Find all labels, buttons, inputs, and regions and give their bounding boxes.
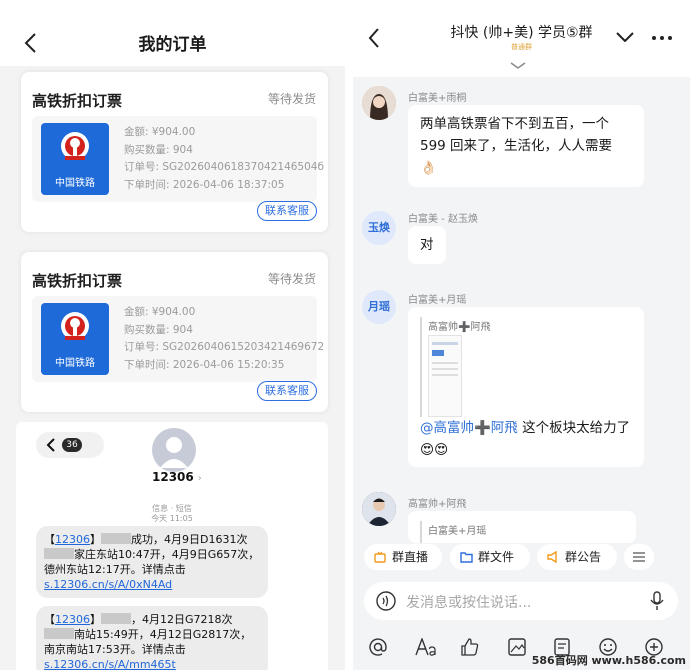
chat-message[interactable]: 白富美+月瑶 xyxy=(408,511,636,543)
orders-header: 我的订单 xyxy=(0,0,345,66)
china-railway-logo: 中国铁路 xyxy=(41,123,109,195)
chevron-down-icon[interactable] xyxy=(510,62,526,70)
chevron-right-icon: › xyxy=(197,473,202,484)
redaction xyxy=(44,548,74,559)
order-time: 下单时间: 2026-04-06 15:20:35 xyxy=(124,358,285,371)
redaction xyxy=(44,628,74,639)
avatar[interactable] xyxy=(362,86,396,120)
sms-meta: 信息 · 短信 今天 11:05 xyxy=(151,504,193,523)
order-status: 等待发货 xyxy=(267,92,316,106)
megaphone-icon xyxy=(547,551,557,563)
sender-name: 白富美 - 赵玉焕 xyxy=(408,214,478,225)
order-title: 高铁折扣订票 xyxy=(32,92,123,110)
group-files-chip[interactable]: 群文件 xyxy=(450,544,530,570)
order-info: 金额: ¥904.00 购买数量: 904 订单号: SG20260406183… xyxy=(124,124,324,194)
railway-emblem-icon xyxy=(61,132,89,160)
order-card[interactable]: 高铁折扣订票 等待发货 中国铁路 金额: ¥904.00 购买数量: 904 订… xyxy=(21,72,328,232)
sms-link[interactable]: 12306 xyxy=(55,533,90,546)
screenshot-thumbnail-icon xyxy=(432,342,458,376)
sms-link[interactable]: s.12306.cn/s/A/0xN4Ad xyxy=(44,578,172,591)
sms-message: 【12306】 ，4月12日G7218次南站15:49开，4月12日G2817次，… xyxy=(36,606,268,670)
railway-emblem-icon xyxy=(61,312,89,340)
sms-thread: 36 12306 › 信息 · 短信 今天 11:05 【12306】 成功，4月9… xyxy=(16,422,328,670)
expand-icon[interactable] xyxy=(616,32,634,42)
user-photo-icon xyxy=(362,492,396,526)
contact-service-button[interactable]: 联系客服 xyxy=(257,201,317,221)
sender-name: 白富美+月瑶 xyxy=(408,295,467,306)
logo-label: 中国铁路 xyxy=(55,358,95,369)
person-icon xyxy=(160,437,188,468)
group-live-chip[interactable]: 群直播 xyxy=(364,544,442,570)
group-type-label: 普通群 xyxy=(511,43,532,51)
menu-icon xyxy=(633,552,645,562)
order-number: 订单号: SG202604061520342146967‌2 xyxy=(124,341,325,353)
message-input[interactable]: 发消息或按住说话... xyxy=(364,582,678,620)
china-railway-logo: 中国铁路 xyxy=(41,303,109,375)
logo-label: 中国铁路 xyxy=(55,178,95,189)
more-chips-button[interactable] xyxy=(624,544,654,570)
watermark: 586首码网 www.h586.com xyxy=(531,654,686,667)
voice-icon[interactable] xyxy=(376,591,396,611)
orders-screen: 我的订单 高铁折扣订票 等待发货 中国铁路 金额: ¥904.00 购买数量: … xyxy=(0,0,345,670)
quick-actions-bar: 群直播 群文件 群公告 xyxy=(353,540,690,574)
group-chat-screen: 抖快 (帅+美) 学员⑤群 普通群 白富美+雨桐 两单高铁票省下不到五百，一个5… xyxy=(353,0,690,670)
avatar[interactable]: 玉焕 xyxy=(362,211,396,245)
contact-service-button[interactable]: 联系客服 xyxy=(257,381,317,401)
order-amount: 金额: ¥904.00 xyxy=(124,306,196,318)
order-card[interactable]: 高铁折扣订票 等待发货 中国铁路 金额: ¥904.00 购买数量: 904 订… xyxy=(21,252,328,412)
order-quantity: 购买数量: 904 xyxy=(124,323,193,336)
group-notice-chip[interactable]: 群公告 xyxy=(537,544,617,570)
image-icon[interactable] xyxy=(508,638,526,656)
order-time: 下单时间: 2026-04-06 18:37:05 xyxy=(124,178,285,191)
back-icon xyxy=(46,438,55,452)
page-title: 我的订单 xyxy=(138,35,207,55)
mention-link[interactable]: @高富帅➕阿飛 xyxy=(420,420,518,436)
microphone-icon[interactable] xyxy=(650,591,664,611)
chat-message[interactable]: 两单高铁票省下不到五百，一个599 回来了，生活化，人人需要 👌🏻 xyxy=(408,105,644,187)
input-placeholder: 发消息或按住说话... xyxy=(406,595,532,611)
user-photo-icon xyxy=(362,86,396,120)
chat-message[interactable]: 对 xyxy=(408,226,446,264)
chat-message[interactable]: 高富帅➕阿飛 @高富帅➕阿飛 这个板块太给力了😍😍 xyxy=(408,307,644,467)
order-info: 金额: ¥904.00 购买数量: 904 订单号: SG20260406152… xyxy=(124,304,324,374)
order-title: 高铁折扣订票 xyxy=(32,272,123,290)
sms-link[interactable]: s.12306.cn/s/A/mm465t xyxy=(44,658,176,670)
contact-avatar xyxy=(152,428,196,472)
text-format-icon[interactable] xyxy=(415,638,437,656)
more-icon[interactable] xyxy=(652,36,672,40)
order-detail: 中国铁路 金额: ¥904.00 购买数量: 904 订单号: SG202604… xyxy=(32,116,324,202)
unread-count-badge: 36 xyxy=(62,438,82,452)
order-detail: 中国铁路 金额: ¥904.00 购买数量: 904 订单号: SG202604… xyxy=(32,296,324,382)
order-status: 等待发货 xyxy=(267,272,316,286)
redaction xyxy=(101,533,131,544)
order-amount: 金额: ¥904.00 xyxy=(124,126,196,138)
sender-name: 高富帅+阿飛 xyxy=(408,499,467,510)
order-quantity: 购买数量: 904 xyxy=(124,143,193,156)
thumbs-up-icon[interactable] xyxy=(461,638,479,656)
sms-message: 【12306】 成功，4月9日D1631次家庄东站10:47开，4月9日G657次… xyxy=(36,526,268,598)
folder-icon xyxy=(460,552,473,563)
group-title[interactable]: 抖快 (帅+美) 学员⑤群 xyxy=(353,22,690,42)
sms-link[interactable]: 12306 xyxy=(55,613,90,626)
chat-header: 抖快 (帅+美) 学员⑤群 普通群 xyxy=(353,0,690,77)
redaction xyxy=(101,613,131,624)
sender-name: 白富美+雨桐 xyxy=(408,93,467,104)
avatar[interactable]: 月瑶 xyxy=(362,290,396,324)
avatar[interactable] xyxy=(362,492,396,526)
order-number: 订单号: SG202604061837042146504б xyxy=(124,161,324,173)
sms-back-button[interactable]: 36 xyxy=(36,432,104,458)
contact-name[interactable]: 12306 › xyxy=(152,470,212,484)
quoted-image[interactable] xyxy=(428,335,462,417)
live-icon xyxy=(374,551,386,563)
mention-icon[interactable] xyxy=(369,638,387,656)
message-text: @高富帅➕阿飛 这个板块太给力了😍😍 xyxy=(420,420,631,458)
